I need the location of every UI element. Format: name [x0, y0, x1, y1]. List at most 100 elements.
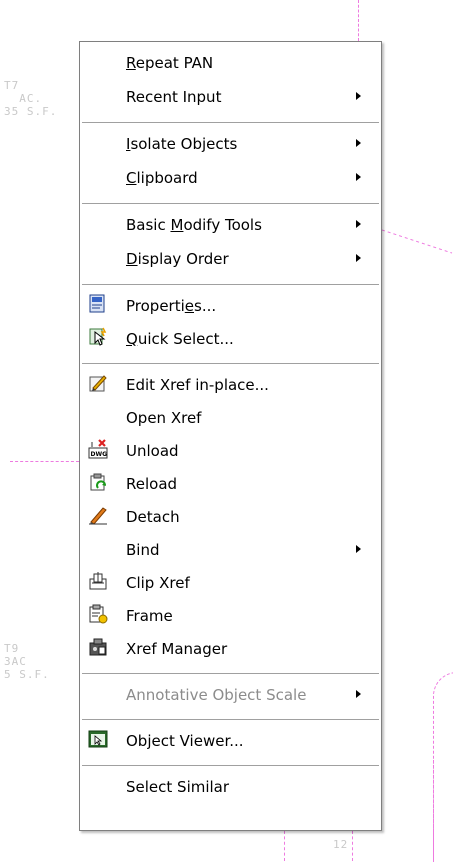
room-label-12: 12: [333, 838, 349, 851]
label-text: Properti: [126, 297, 185, 315]
menu-item-label: Display Order: [126, 250, 229, 268]
menu-separator: [82, 363, 379, 365]
frame-icon: [88, 604, 108, 624]
accelerator-key: D: [126, 250, 138, 268]
menu-item-display-order[interactable]: Display Order: [82, 244, 379, 272]
submenu-arrow-icon: [356, 254, 361, 262]
menu-item-label: Recent Input: [126, 88, 221, 106]
menu-item-label: Detach: [126, 508, 180, 526]
menu-item-reload[interactable]: Reload: [82, 469, 379, 497]
edit-xref-icon: [88, 373, 108, 393]
menu-separator: [82, 765, 379, 767]
menu-item-clipboard[interactable]: Clipboard: [82, 163, 379, 191]
menu-item-label: Open Xref: [126, 409, 201, 427]
menu-item-label: Annotative Object Scale: [126, 686, 306, 704]
menu-separator: [82, 122, 379, 124]
menu-item-bind[interactable]: Bind: [82, 535, 379, 563]
menu-item-label: Select Similar: [126, 778, 229, 796]
dashed-line-right-bottom: [433, 760, 434, 861]
submenu-arrow-icon: [356, 690, 361, 698]
menu-item-label: Quick Select...: [126, 330, 234, 348]
reload-icon: [88, 472, 108, 492]
label-text: Select Similar: [126, 778, 230, 796]
menu-item-label: Object Viewer...: [126, 732, 244, 750]
menu-item-xref-manager[interactable]: Xref Manager: [82, 634, 379, 662]
label-text: Annotative Object Scale: [126, 686, 307, 704]
quick-select-icon: [88, 327, 108, 347]
room-label-t7: T7 AC. 35 S.F.: [4, 79, 58, 118]
menu-item-label: Properties...: [126, 297, 216, 315]
menu-item-properties[interactable]: Properties...: [82, 291, 379, 319]
menu-item-quick-select[interactable]: Quick Select...: [82, 324, 379, 352]
label-text: s...: [194, 297, 217, 315]
menu-item-label: Frame: [126, 607, 173, 625]
menu-separator: [82, 673, 379, 675]
dashed-line-right-top: [382, 229, 453, 254]
menu-item-label: Basic Modify Tools: [126, 216, 262, 234]
menu-item-label: Edit Xref in-place...: [126, 376, 269, 394]
detach-icon: [88, 505, 108, 525]
properties-icon: [88, 294, 108, 314]
submenu-arrow-icon: [356, 545, 361, 553]
menu-item-basic-modify-tools[interactable]: Basic Modify Tools: [82, 210, 379, 238]
dashed-arc-right: [433, 672, 453, 862]
label-text: uick Select...: [137, 330, 234, 348]
clip-xref-icon: [88, 571, 108, 591]
menu-item-object-viewer[interactable]: Object Viewer...: [82, 726, 379, 754]
menu-item-label: Bind: [126, 541, 160, 559]
menu-item-open-xref[interactable]: Open Xref: [82, 403, 379, 431]
room-label-t9: T9 3AC 5 S.F.: [4, 642, 50, 681]
label-text: Reload: [126, 475, 178, 493]
label-text: Recent Input: [126, 88, 222, 106]
label-text: epeat PAN: [135, 54, 214, 72]
label-text: Unload: [126, 442, 179, 460]
label-text: Basic: [126, 216, 171, 234]
menu-item-frame[interactable]: Frame: [82, 601, 379, 629]
context-menu: Repeat PAN Recent Input Isolate Objects Cli…: [79, 41, 382, 831]
xref-manager-icon: [88, 637, 108, 657]
label-text: Clip Xref: [126, 574, 190, 592]
menu-item-clip-xref[interactable]: Clip Xref: [82, 568, 379, 596]
label-text: lipboard: [136, 169, 198, 187]
menu-item-repeat-pan[interactable]: Repeat PAN: [82, 48, 379, 76]
menu-item-detach[interactable]: Detach: [82, 502, 379, 530]
menu-separator: [82, 719, 379, 721]
unload-icon: DWG: [88, 439, 108, 459]
accelerator-key: Q: [126, 330, 138, 348]
menu-item-recent-input[interactable]: Recent Input: [82, 82, 379, 110]
menu-item-label: Clip Xref: [126, 574, 190, 592]
submenu-arrow-icon: [356, 139, 361, 147]
menu-item-annotative-object-scale: Annotative Object Scale: [82, 680, 379, 708]
dashed-line-bottom-b: [352, 831, 353, 861]
object-viewer-icon: [88, 729, 108, 749]
dashed-line-top: [358, 0, 359, 41]
label-text: odify Tools: [183, 216, 262, 234]
menu-item-unload[interactable]: DWG Unload: [82, 436, 379, 464]
label-text: Open Xref: [126, 409, 202, 427]
menu-separator: [82, 203, 379, 205]
menu-item-label: Isolate Objects: [126, 135, 237, 153]
label-text: Bind: [126, 541, 160, 559]
dashed-line-bottom-a: [284, 831, 285, 861]
label-text: Object Viewer...: [126, 732, 244, 750]
svg-text:DWG: DWG: [91, 451, 108, 458]
menu-item-label: Repeat PAN: [126, 54, 213, 72]
menu-item-select-similar[interactable]: Select Similar: [82, 772, 379, 800]
label-text: Detach: [126, 508, 180, 526]
menu-item-edit-xref-in-place[interactable]: Edit Xref in-place...: [82, 370, 379, 398]
accelerator-key: C: [126, 169, 137, 187]
dashed-line-left: [10, 461, 79, 462]
accelerator-key: R: [126, 54, 136, 72]
label-text: Xref Manager: [126, 640, 228, 658]
label-text: isplay Order: [137, 250, 229, 268]
menu-item-isolate-objects[interactable]: Isolate Objects: [82, 129, 379, 157]
submenu-arrow-icon: [356, 92, 361, 100]
menu-item-label: Xref Manager: [126, 640, 227, 658]
submenu-arrow-icon: [356, 173, 361, 181]
menu-item-label: Reload: [126, 475, 177, 493]
label-text: solate Objects: [130, 135, 238, 153]
menu-separator: [82, 284, 379, 286]
accelerator-key: M: [170, 216, 184, 234]
menu-item-label: Unload: [126, 442, 179, 460]
menu-item-label: Clipboard: [126, 169, 198, 187]
